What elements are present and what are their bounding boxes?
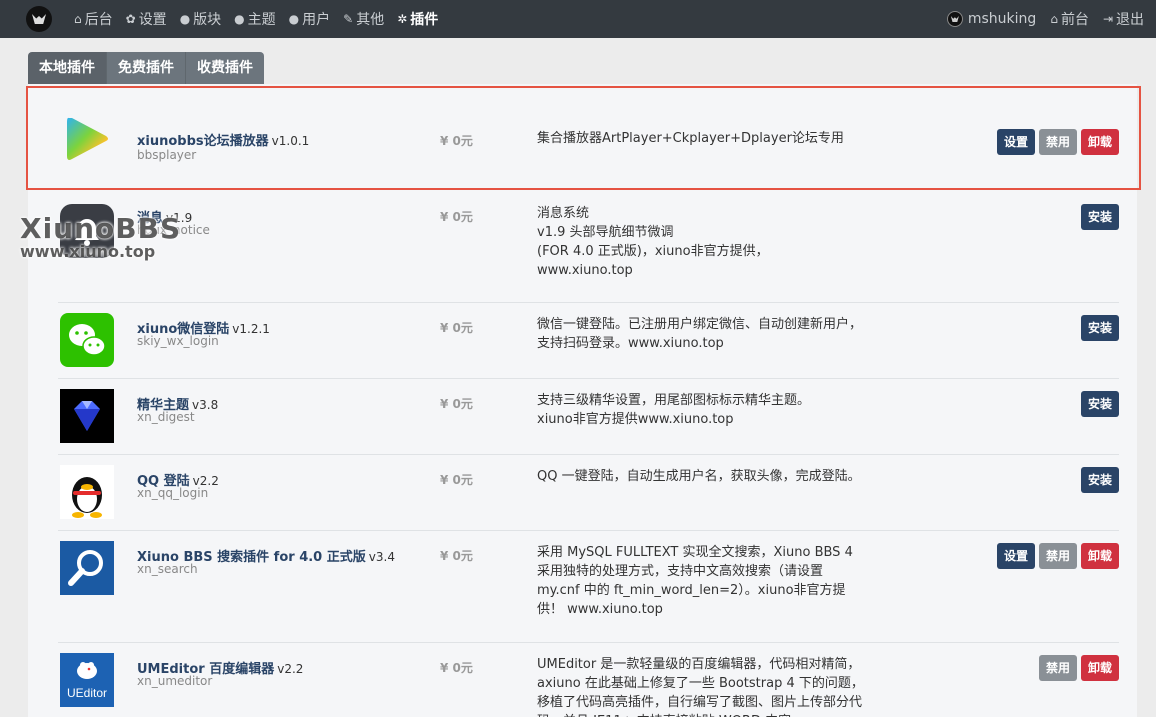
home-icon: ⌂	[1050, 12, 1058, 26]
nav-item-settings[interactable]: ✿ 设置	[126, 9, 167, 29]
plugin-desc: 采用 MySQL FULLTEXT 实现全文搜索，Xiuno BBS 4 采用独…	[537, 545, 853, 617]
plugin-actions: 安装	[1080, 204, 1119, 230]
plugin-version: v2.2	[277, 662, 304, 676]
plugin-dir: huux_notice	[137, 223, 210, 237]
home-icon: ⌂	[74, 12, 82, 26]
plugin-dir: xn_qq_login	[137, 486, 209, 500]
search-icon	[60, 541, 114, 595]
diamond-icon	[60, 389, 114, 443]
nav-item-users[interactable]: ● 用户	[289, 9, 330, 29]
umeditor-icon: UEditor	[60, 653, 114, 707]
nav-item-other[interactable]: ✎ 其他	[343, 9, 384, 29]
nav-item-logout[interactable]: ⇥ 退出	[1103, 9, 1144, 29]
svg-text:UEditor: UEditor	[67, 686, 107, 700]
top-navbar: ⌂ 后台 ✿ 设置 ● 版块 ● 主题 ● 用户 ✎ 其他 ✲ 插件 mshuking ⌂ 前台…	[0, 0, 1156, 38]
install-button[interactable]: 安装	[1080, 467, 1119, 493]
plugin-desc: 消息系统 v1.9 头部导航细节微调 (FOR 4.0 正式版)，xiuno非官…	[537, 206, 769, 278]
plugin-price: ¥ 0元	[440, 210, 473, 224]
nav-item-front[interactable]: ⌂ 前台	[1050, 9, 1089, 29]
install-button[interactable]: 安装	[1080, 315, 1119, 341]
plugin-actions: 安装	[1080, 315, 1119, 341]
plugin-price: ¥ 0元	[440, 321, 473, 335]
plugin-desc: UMEditor 是一款轻量级的百度编辑器，代码相对精简，axiuno 在此基础…	[537, 657, 864, 717]
uninstall-button[interactable]: 卸载	[1080, 655, 1119, 681]
setting-button[interactable]: 设置	[996, 543, 1035, 569]
nav-label: 其他	[356, 12, 385, 28]
logo-icon[interactable]	[26, 6, 52, 32]
plugin-desc: 微信一键登陆。已注册用户绑定微信、自动创建新用户，支持扫码登录。www.xiun…	[537, 317, 863, 351]
plugin-row: QQ 登陆 v2.2 xn_qq_login ¥ 0元 QQ 一键登陆，自动生成用…	[58, 455, 1119, 531]
plugin-desc: 支持三级精华设置，用尾部图标标示精华主题。 xiuno非官方提供www.xiun…	[537, 393, 811, 427]
bell-icon	[60, 204, 114, 258]
uninstall-button[interactable]: 卸载	[1080, 543, 1119, 569]
nav-label: 用户	[302, 12, 331, 28]
plugin-version: v3.4	[368, 550, 395, 564]
nav-item-threads[interactable]: ● 主题	[234, 9, 275, 29]
nav-item-plugins[interactable]: ✲ 插件	[397, 9, 438, 29]
plugin-dir: xn_search	[137, 562, 198, 576]
nav-label: 后台	[84, 12, 113, 28]
plugin-row: UEditor UMEditor 百度编辑器 v2.2 xn_umeditor ¥…	[58, 643, 1119, 717]
nav-label: 主题	[247, 12, 276, 28]
chat-icon: ●	[179, 12, 191, 26]
plugin-dir: xn_digest	[137, 410, 195, 424]
plugin-actions: 设置 禁用 卸载	[996, 543, 1119, 569]
cogs-icon: ✲	[397, 12, 408, 26]
highlight-box	[26, 86, 1141, 190]
plugin-price: ¥ 0元	[440, 661, 473, 675]
plugin-version: v3.8	[192, 398, 219, 412]
plugin-row: 精华主题 v3.8 xn_digest ¥ 0元 支持三级精华设置，用尾部图标标示…	[58, 379, 1119, 455]
install-button[interactable]: 安装	[1080, 391, 1119, 417]
plugin-dir: skiy_wx_login	[137, 334, 219, 348]
plugin-dir: xn_umeditor	[137, 674, 213, 688]
plugin-version: v1.2.1	[232, 322, 270, 336]
nav-item-admin[interactable]: ⌂ 后台	[74, 9, 113, 29]
gear-icon: ✿	[125, 12, 136, 26]
disable-button[interactable]: 禁用	[1038, 543, 1077, 569]
plugin-price: ¥ 0元	[440, 397, 473, 411]
tab-local-plugins[interactable]: 本地插件	[28, 52, 107, 84]
comment-icon: ●	[234, 12, 245, 26]
plugin-row: 消息 v1.9 huux_notice ¥ 0元 消息系统 v1.9 头部导航细节…	[58, 190, 1119, 303]
tab-paid-plugins[interactable]: 收费插件	[186, 52, 264, 84]
plugin-tabs: 本地插件 免费插件 收费插件	[28, 52, 264, 84]
tab-free-plugins[interactable]: 免费插件	[107, 52, 186, 84]
nav-item-forums[interactable]: ● 版块	[180, 9, 221, 29]
username: mshuking	[967, 11, 1037, 27]
plugin-desc: QQ 一键登陆，自动生成用户名，获取头像，完成登陆。	[537, 469, 861, 484]
sign-out-icon: ⇥	[1102, 12, 1113, 26]
plugin-actions: 安装	[1080, 391, 1119, 417]
plugin-row: Xiuno BBS 搜索插件 for 4.0 正式版 v3.4 xn_search…	[58, 531, 1119, 643]
wrench-icon: ✎	[343, 12, 354, 26]
nav-label: 设置	[138, 12, 167, 28]
plugin-row: xiuno微信登陆 v1.2.1 skiy_wx_login ¥ 0元 微信一键登…	[58, 303, 1119, 379]
wechat-icon	[60, 313, 114, 367]
plugin-price: ¥ 0元	[440, 549, 473, 563]
nav-label: 插件	[410, 12, 439, 28]
plugin-actions: 安装	[1080, 467, 1119, 493]
plugin-price: ¥ 0元	[440, 473, 473, 487]
nav-label: 退出	[1116, 12, 1144, 28]
user-menu[interactable]: mshuking	[946, 11, 1037, 27]
nav-right: mshuking ⌂ 前台 ⇥ 退出	[933, 9, 1156, 29]
plugin-actions: 禁用 卸载	[1038, 655, 1119, 681]
nav-label: 版块	[193, 12, 222, 28]
install-button[interactable]: 安装	[1080, 204, 1119, 230]
nav-label: 前台	[1060, 12, 1089, 28]
user-icon: ●	[288, 12, 300, 26]
qq-penguin-icon	[60, 465, 114, 519]
avatar	[946, 11, 963, 27]
disable-button[interactable]: 禁用	[1038, 655, 1077, 681]
